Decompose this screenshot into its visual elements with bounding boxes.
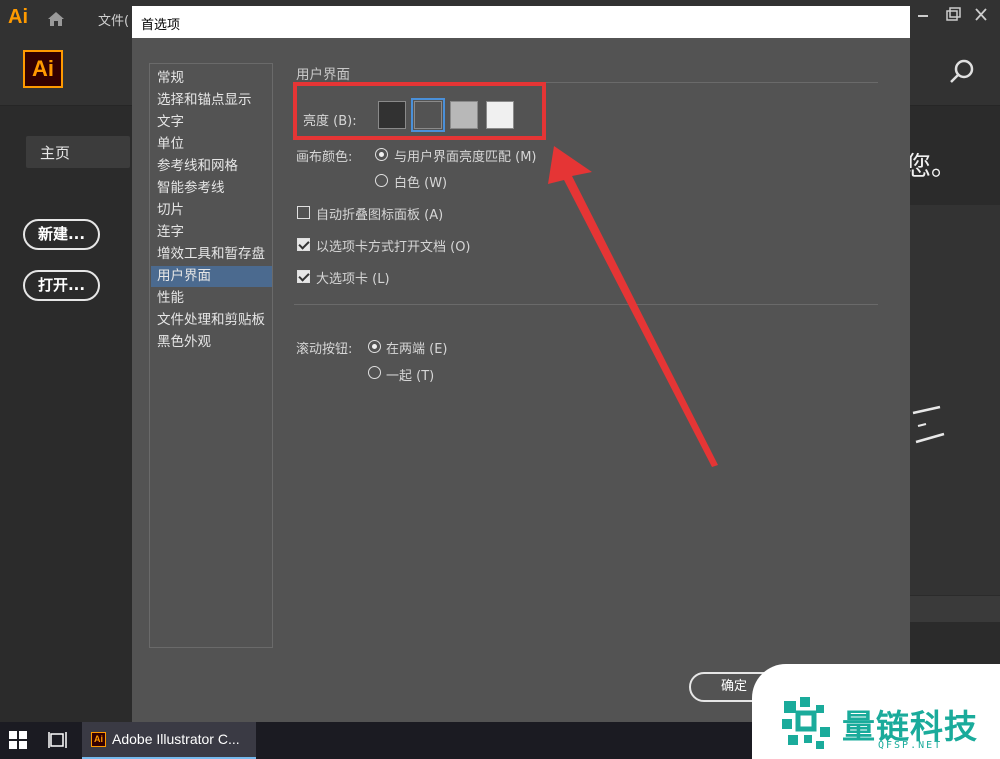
ai-logo: Ai — [23, 50, 63, 88]
welcome-text: 您。 — [905, 152, 958, 182]
nav-item-type[interactable]: 文字 — [151, 112, 272, 133]
home-icon[interactable] — [46, 9, 66, 29]
nav-item-plugins-scratch[interactable]: 增效工具和暂存盘 — [151, 244, 272, 265]
taskbar-item-illustrator[interactable]: Ai Adobe Illustrator C... — [82, 722, 256, 759]
task-view-icon[interactable] — [48, 730, 70, 750]
illustrator-icon: Ai — [91, 732, 106, 747]
canvas-white-radio[interactable] — [375, 174, 388, 187]
watermark-logo-icon — [782, 697, 830, 749]
section-title: 用户界面 — [296, 67, 350, 83]
background-strip — [910, 596, 1000, 622]
taskbar-item-label: Adobe Illustrator C... — [112, 731, 240, 747]
canvas-match-label: 与用户界面亮度匹配 (M) — [394, 150, 537, 165]
close-icon[interactable] — [970, 6, 992, 24]
preferences-nav: 常规 选择和锚点显示 文字 单位 参考线和网格 智能参考线 切片 连字 增效工具… — [149, 63, 273, 648]
nav-item-hyphenation[interactable]: 连字 — [151, 222, 272, 243]
nav-item-black-appearance[interactable]: 黑色外观 — [151, 332, 272, 353]
sidebar-item-label: 主页 — [40, 144, 71, 162]
ai-small-logo: Ai — [8, 6, 28, 28]
large-tabs-checkbox[interactable] — [297, 270, 310, 283]
nav-item-performance[interactable]: 性能 — [151, 288, 272, 309]
minimize-icon[interactable] — [912, 6, 934, 24]
decorative-lines-icon — [912, 405, 945, 444]
nav-item-slices[interactable]: 切片 — [151, 200, 272, 221]
auto-collapse-label: 自动折叠图标面板 (A) — [316, 208, 444, 223]
scroll-together-radio[interactable] — [368, 366, 381, 379]
watermark-subtext: QFSP.NET — [878, 740, 943, 751]
sidebar-item-home[interactable]: 主页 — [26, 136, 130, 168]
canvas-color-label: 画布颜色: — [296, 150, 353, 165]
scroll-at-ends-radio[interactable] — [368, 340, 381, 353]
dialog-title: 首选项 — [141, 18, 181, 33]
windows-start-icon[interactable] — [9, 731, 27, 749]
nav-item-general[interactable]: 常规 — [151, 68, 272, 89]
open-button[interactable]: 打开... — [23, 270, 100, 301]
auto-collapse-checkbox[interactable] — [297, 206, 310, 219]
nav-item-units[interactable]: 单位 — [151, 134, 272, 155]
highlight-box — [293, 82, 546, 140]
dialog-titlebar[interactable]: 首选项 — [132, 6, 910, 38]
nav-item-selection-anchor[interactable]: 选择和锚点显示 — [151, 90, 272, 111]
canvas-white-label: 白色 (W) — [394, 176, 448, 191]
restore-icon[interactable] — [942, 6, 964, 24]
search-icon[interactable] — [948, 58, 976, 86]
canvas-match-radio[interactable] — [375, 148, 388, 161]
red-arrow-icon — [548, 146, 718, 467]
scroll-together-label: 一起 (T) — [386, 369, 435, 384]
scroll-buttons-label: 滚动按钮: — [296, 342, 353, 357]
open-as-tabs-checkbox[interactable] — [297, 238, 310, 251]
nav-item-smart-guides[interactable]: 智能参考线 — [151, 178, 272, 199]
nav-item-guides-grid[interactable]: 参考线和网格 — [151, 156, 272, 177]
scroll-at-ends-label: 在两端 (E) — [386, 342, 448, 357]
large-tabs-label: 大选项卡 (L) — [316, 272, 390, 287]
nav-item-file-clipboard[interactable]: 文件处理和剪贴板 — [151, 310, 272, 331]
menu-file[interactable]: 文件( — [98, 10, 129, 29]
open-as-tabs-label: 以选项卡方式打开文档 (O) — [316, 240, 471, 255]
nav-item-user-interface[interactable]: 用户界面 — [151, 266, 272, 287]
new-button[interactable]: 新建... — [23, 219, 100, 250]
